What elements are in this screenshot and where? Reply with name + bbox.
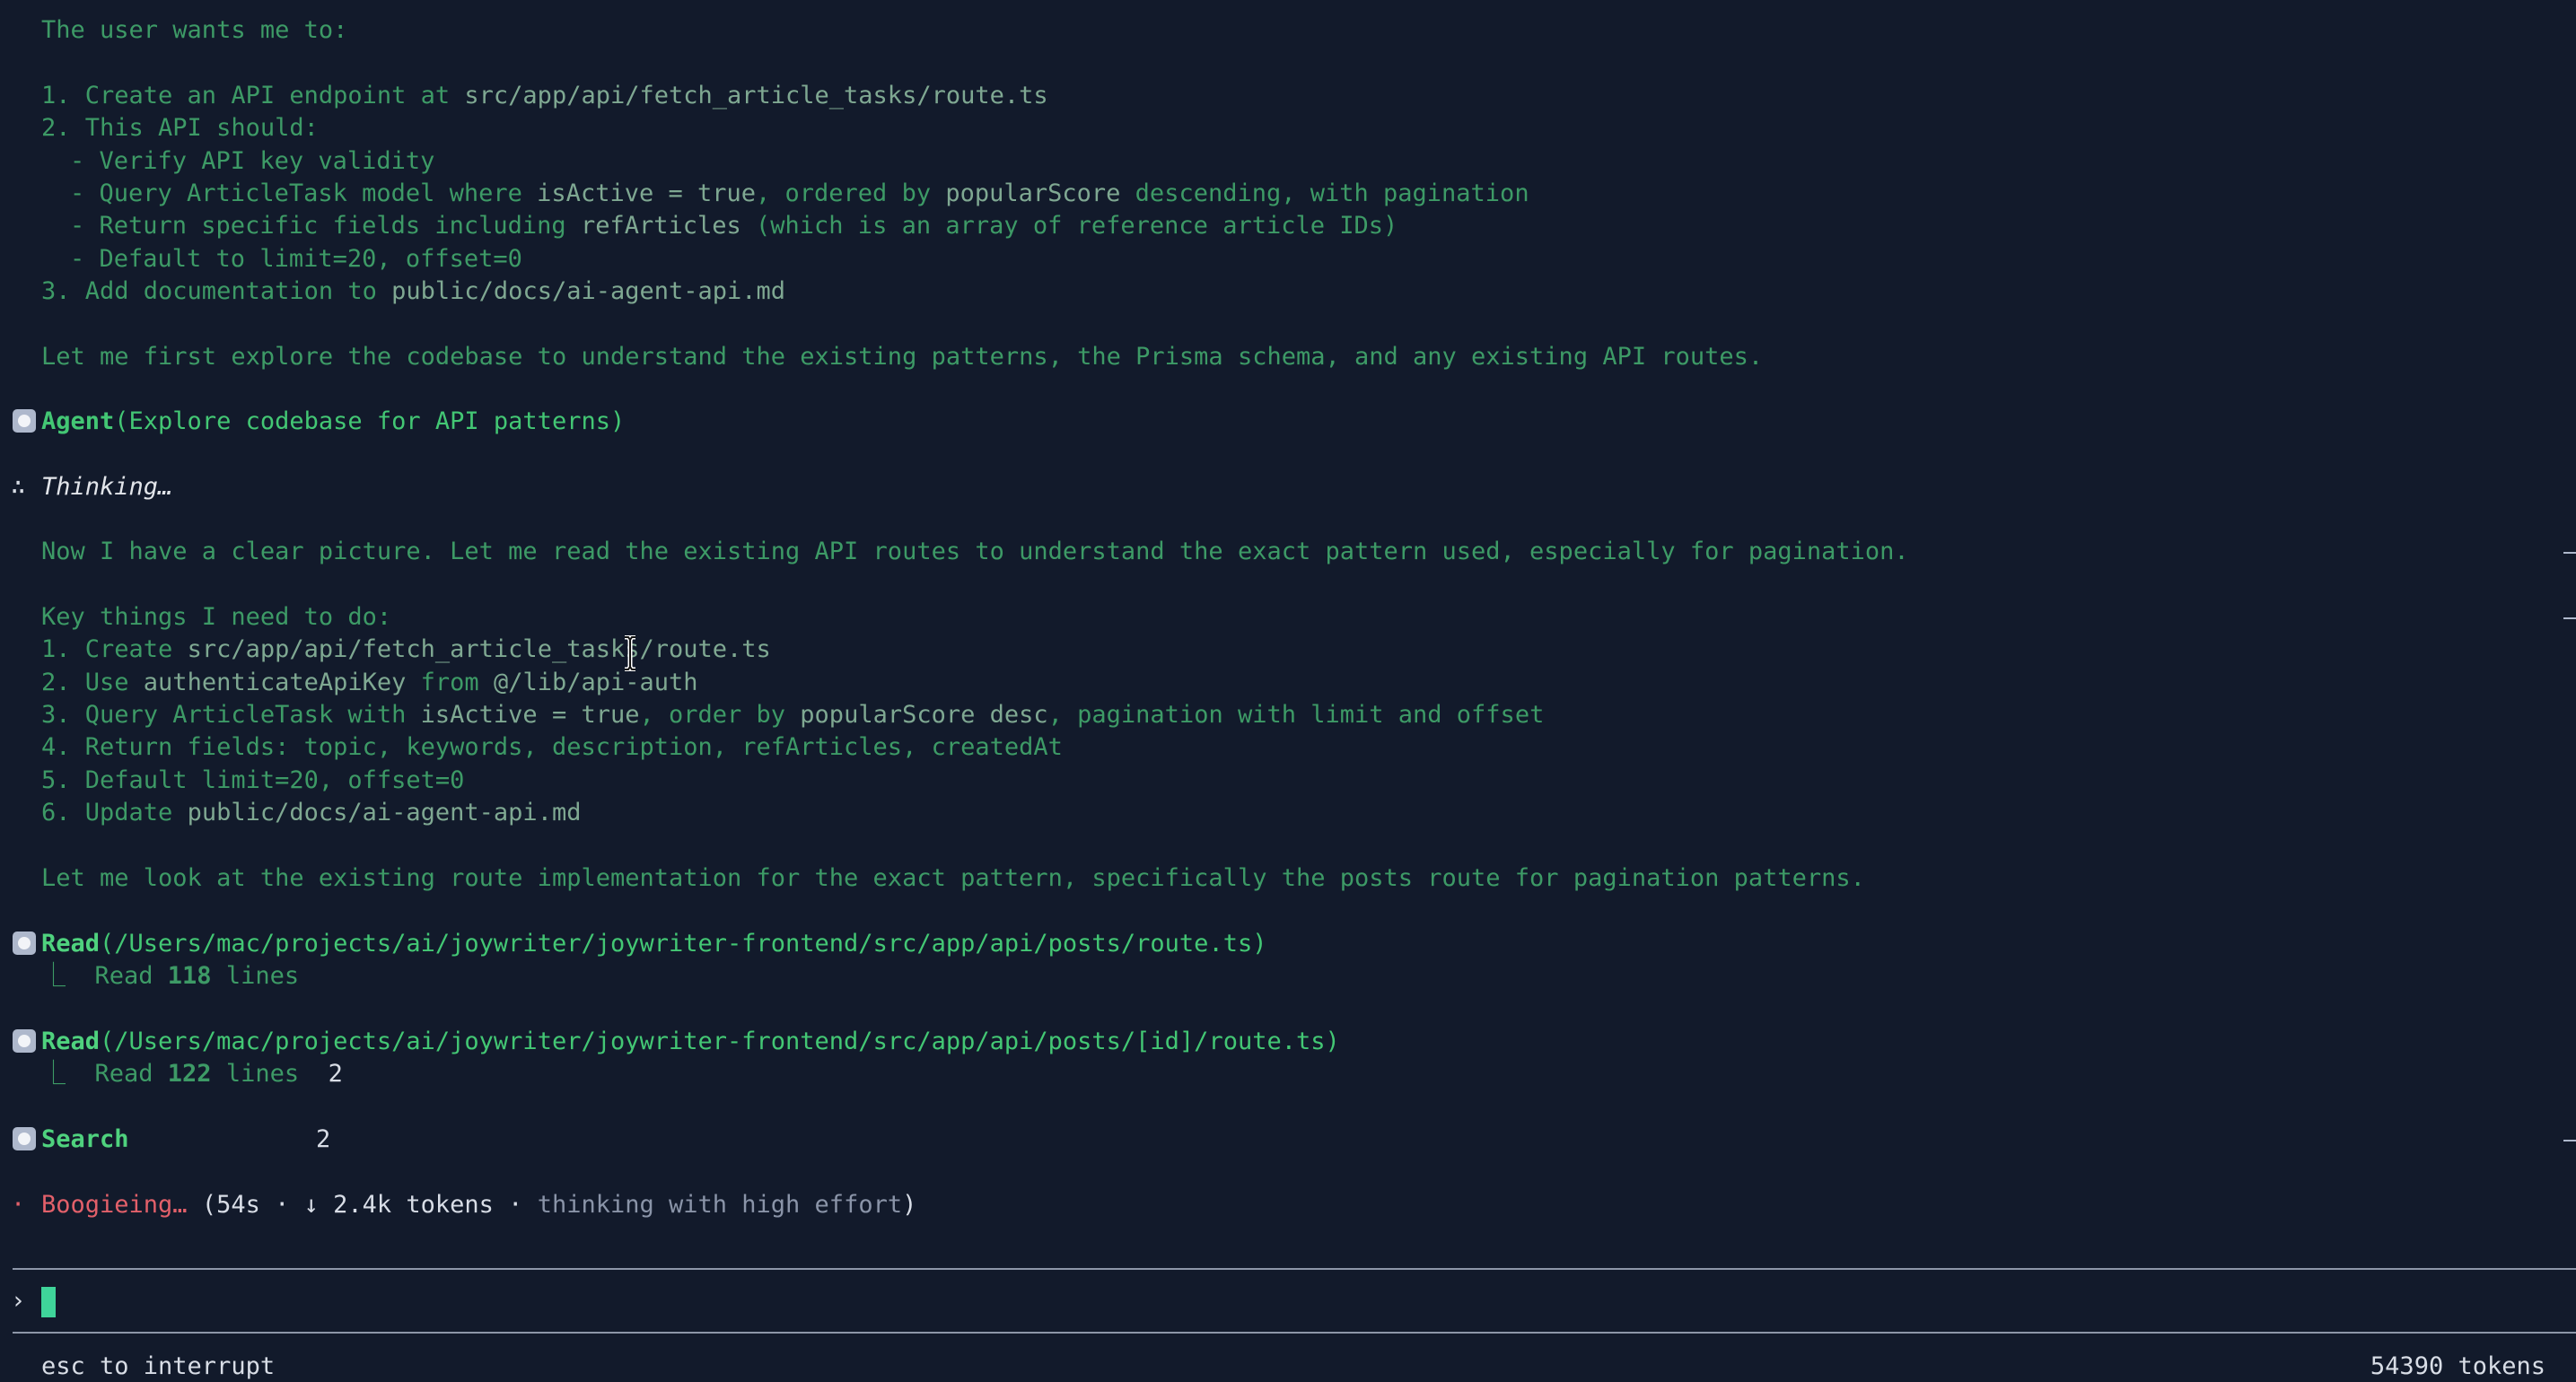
- intro-substep: - Return specific fields including refAr…: [70, 212, 1398, 240]
- search-count: 2: [316, 1125, 331, 1153]
- thinking-paragraph: Let me look at the existing route implem…: [41, 864, 1865, 892]
- thinking-heading: Key things I need to do:: [41, 603, 392, 631]
- prompt-bottom-border: [13, 1332, 2576, 1334]
- thinking-label: Thinking…: [41, 473, 173, 501]
- tool-args: (/Users/mac/projects/ai/joywriter/joywri…: [100, 1028, 1340, 1055]
- intro-explore-note: Let me first explore the codebase to und…: [41, 343, 1764, 371]
- read-tool-call[interactable]: Read(/Users/mac/projects/ai/joywriter/jo…: [41, 1026, 1340, 1058]
- text-cursor-icon: [625, 635, 635, 671]
- tool-bullet-icon: [13, 1127, 36, 1150]
- search-tool-call[interactable]: Search: [41, 1124, 129, 1156]
- intro-substep: - Query ArticleTask model where isActive…: [70, 179, 1529, 207]
- intro-step-2: 2. This API should:: [41, 114, 319, 142]
- tool-name: Read: [41, 1028, 101, 1055]
- tool-args: (/Users/mac/projects/ai/joywriter/joywri…: [100, 930, 1267, 958]
- tool-name: Search: [41, 1125, 129, 1153]
- thinking-item: 2. Use authenticateApiKey from @/lib/api…: [41, 669, 698, 696]
- tool-result: ⎿ Read 118 lines: [41, 962, 300, 990]
- intro-line: The user wants me to:: [41, 16, 348, 44]
- tool-bullet-icon: [13, 932, 36, 955]
- prompt-chevron: ›: [11, 1287, 26, 1315]
- scroll-marker: [2563, 1140, 2576, 1141]
- thinking-item: 6. Update public/docs/ai-agent-api.md: [41, 799, 582, 827]
- interrupt-hint: esc to interrupt: [41, 1352, 276, 1380]
- tool-name: Agent: [41, 407, 115, 435]
- intro-step-3: 3. Add documentation to public/docs/ai-a…: [41, 277, 786, 305]
- intro-step-1: 1. Create an API endpoint at src/app/api…: [41, 82, 1048, 109]
- status-verb: Boogieing…: [41, 1191, 188, 1219]
- thinking-item: 1. Create src/app/api/fetch_article_task…: [41, 635, 771, 663]
- read-tool-call[interactable]: Read(/Users/mac/projects/ai/joywriter/jo…: [41, 928, 1266, 960]
- tool-bullet-icon: [13, 409, 36, 433]
- thinking-item: 3. Query ArticleTask with isActive = tru…: [41, 701, 1545, 729]
- thinking-item: 4. Return fields: topic, keywords, descr…: [41, 733, 1063, 761]
- intro-substep: - Verify API key validity: [70, 147, 435, 175]
- tool-bullet-icon: [13, 1029, 36, 1053]
- file-path: public/docs/ai-agent-api.md: [391, 277, 786, 305]
- input-cursor: [41, 1286, 56, 1317]
- intro-substep: - Default to limit=20, offset=0: [70, 245, 522, 273]
- tool-name: Read: [41, 930, 101, 958]
- agent-tool-call[interactable]: Agent(Explore codebase for API patterns): [41, 406, 625, 438]
- file-path: src/app/api/fetch_article_tasks/route.ts: [464, 82, 1048, 109]
- thinking-paragraph: Now I have a clear picture. Let me read …: [41, 538, 1909, 565]
- token-count: 54390 tokens: [2370, 1352, 2545, 1380]
- prompt-top-border: [13, 1268, 2576, 1270]
- status-glyph: ·: [11, 1191, 26, 1219]
- result-badge: 2: [328, 1060, 343, 1088]
- tool-result: ⎿ Read 122 lines 2: [41, 1060, 343, 1088]
- prompt-input[interactable]: [41, 1285, 56, 1317]
- scroll-marker: [2563, 552, 2576, 554]
- thinking-item: 5. Default limit=20, offset=0: [41, 766, 465, 794]
- thinking-glyph: ∴: [11, 473, 26, 501]
- tool-args: (Explore codebase for API patterns): [114, 407, 626, 435]
- status-line: Boogieing… (54s · ↓ 2.4k tokens · thinki…: [41, 1191, 917, 1219]
- scroll-marker: [2563, 617, 2576, 619]
